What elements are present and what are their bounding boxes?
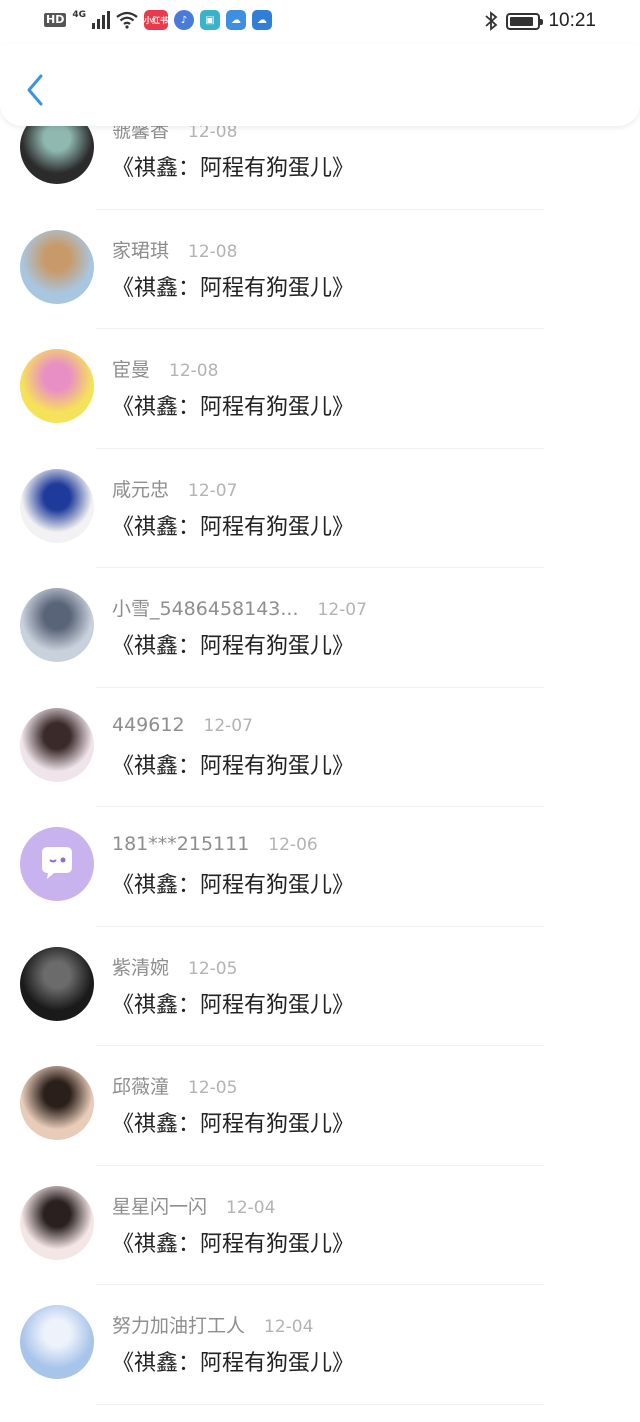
- list-item[interactable]: 小雪_5486458143... 12-07 《祺鑫：阿程有狗蛋儿》: [0, 568, 640, 688]
- hd-indicator: HD: [44, 13, 67, 27]
- list-item[interactable]: 星星闪一闪 12-04 《祺鑫：阿程有狗蛋儿》: [0, 1166, 640, 1285]
- list-item[interactable]: 努力加油打工人 12-04 《祺鑫：阿程有狗蛋儿》: [0, 1285, 640, 1405]
- music-app-icon: ♪: [174, 10, 194, 30]
- work-title[interactable]: 《祺鑫：阿程有狗蛋儿》: [112, 389, 354, 421]
- item-meta: 449612 12-07: [112, 714, 253, 736]
- chevron-left-icon: [27, 74, 43, 106]
- item-meta: 虢馨香 12-08: [112, 126, 237, 143]
- user-name[interactable]: 星星闪一闪: [112, 1192, 207, 1219]
- item-meta: 星星闪一闪 12-04: [112, 1192, 275, 1219]
- work-title[interactable]: 《祺鑫：阿程有狗蛋儿》: [112, 987, 354, 1019]
- work-title[interactable]: 《祺鑫：阿程有狗蛋儿》: [112, 867, 354, 899]
- item-meta: 咸元忠 12-07: [112, 475, 237, 502]
- user-avatar-icon[interactable]: [20, 1185, 94, 1260]
- item-date: 12-08: [188, 126, 238, 142]
- work-title[interactable]: 《祺鑫：阿程有狗蛋儿》: [112, 628, 354, 660]
- item-date: 12-05: [188, 958, 238, 979]
- work-title[interactable]: 《祺鑫：阿程有狗蛋儿》: [112, 1345, 354, 1377]
- item-meta: 181***215111 12-06: [112, 833, 318, 855]
- header: [0, 44, 640, 126]
- signal-icon: [92, 11, 110, 29]
- reader-app-icon: ▣: [200, 10, 220, 30]
- wifi-icon: [116, 11, 138, 29]
- cloud-sync-app-icon: ☁: [252, 10, 272, 30]
- user-name[interactable]: 虢馨香: [112, 126, 169, 143]
- item-date: 12-08: [169, 361, 219, 381]
- clock: 10:21: [548, 10, 596, 31]
- works-list[interactable]: 虢馨香 12-08 《祺鑫：阿程有狗蛋儿》 家珺琪 12-08 《祺鑫：阿程有狗蛋儿》 宦曼…: [0, 126, 640, 1422]
- work-title[interactable]: 《祺鑫：阿程有狗蛋儿》: [112, 1106, 354, 1138]
- item-date: 12-04: [226, 1197, 276, 1218]
- user-avatar-icon[interactable]: [20, 229, 94, 304]
- user-avatar-icon[interactable]: [20, 126, 94, 184]
- list-item[interactable]: 邱薇潼 12-05 《祺鑫：阿程有狗蛋儿》: [0, 1046, 640, 1166]
- item-date: 12-08: [188, 241, 238, 262]
- user-name[interactable]: 紫清婉: [112, 953, 169, 980]
- list-item[interactable]: 紫清婉 12-05 《祺鑫：阿程有狗蛋儿》: [0, 927, 640, 1046]
- user-avatar-icon[interactable]: [20, 349, 94, 423]
- divider: [96, 1403, 544, 1405]
- app-badge-icon: 小红书: [144, 10, 168, 30]
- list-item[interactable]: 宦曼 12-08 《祺鑫：阿程有狗蛋儿》: [0, 329, 640, 449]
- user-name[interactable]: 宦曼: [112, 355, 150, 382]
- work-title[interactable]: 《祺鑫：阿程有狗蛋儿》: [112, 509, 354, 541]
- status-right: 10:21: [484, 10, 596, 32]
- status-bar: HD 4G 小红书 ♪ ▣ ☁ ☁ 10:21: [0, 0, 640, 44]
- work-title[interactable]: 《祺鑫：阿程有狗蛋儿》: [112, 150, 354, 182]
- item-date: 12-06: [268, 835, 318, 855]
- item-meta: 邱薇潼 12-05: [112, 1072, 237, 1099]
- item-meta: 宦曼 12-08: [112, 355, 218, 382]
- user-name[interactable]: 181***215111: [112, 833, 249, 855]
- item-date: 12-07: [317, 600, 367, 620]
- work-title[interactable]: 《祺鑫：阿程有狗蛋儿》: [112, 1226, 354, 1258]
- list-item[interactable]: 虢馨香 12-08 《祺鑫：阿程有狗蛋儿》: [0, 126, 640, 210]
- list-item[interactable]: 181***215111 12-06 《祺鑫：阿程有狗蛋儿》: [0, 807, 640, 927]
- item-date: 12-04: [264, 1317, 314, 1337]
- user-name[interactable]: 努力加油打工人: [112, 1311, 245, 1338]
- work-title[interactable]: 《祺鑫：阿程有狗蛋儿》: [112, 270, 354, 302]
- network-type: 4G: [72, 10, 86, 20]
- list-item[interactable]: 449612 12-07 《祺鑫：阿程有狗蛋儿》: [0, 688, 640, 807]
- back-button[interactable]: [20, 70, 50, 110]
- bluetooth-icon: [485, 11, 498, 31]
- list-item[interactable]: 咸元忠 12-07 《祺鑫：阿程有狗蛋儿》: [0, 449, 640, 568]
- cloud-app-icon: ☁: [226, 10, 246, 30]
- user-name[interactable]: 咸元忠: [112, 475, 169, 502]
- status-left: HD 4G 小红书 ♪ ▣ ☁ ☁: [44, 10, 272, 30]
- item-date: 12-07: [188, 480, 238, 501]
- item-date: 12-07: [203, 715, 253, 736]
- default-chat-avatar-icon[interactable]: [20, 827, 94, 901]
- user-name[interactable]: 邱薇潼: [112, 1072, 169, 1099]
- user-avatar-icon[interactable]: [20, 707, 94, 782]
- item-date: 12-05: [188, 1078, 238, 1098]
- user-name[interactable]: 小雪_5486458143...: [112, 594, 299, 621]
- user-avatar-icon[interactable]: [20, 946, 94, 1021]
- item-meta: 努力加油打工人 12-04: [112, 1311, 313, 1338]
- item-meta: 小雪_5486458143... 12-07: [112, 594, 367, 621]
- user-name[interactable]: 家珺琪: [112, 236, 169, 263]
- user-avatar-icon[interactable]: [20, 468, 94, 543]
- user-name[interactable]: 449612: [112, 714, 185, 736]
- works-list-inner: 虢馨香 12-08 《祺鑫：阿程有狗蛋儿》 家珺琪 12-08 《祺鑫：阿程有狗蛋儿》 宦曼…: [0, 126, 640, 1405]
- battery-fill: [510, 16, 533, 26]
- user-avatar-icon[interactable]: [20, 1305, 94, 1379]
- user-avatar-icon[interactable]: [20, 1066, 94, 1140]
- item-meta: 紫清婉 12-05: [112, 953, 237, 980]
- work-title[interactable]: 《祺鑫：阿程有狗蛋儿》: [112, 748, 354, 780]
- battery-icon: [506, 12, 544, 30]
- user-avatar-icon[interactable]: [20, 588, 94, 662]
- list-item[interactable]: 家珺琪 12-08 《祺鑫：阿程有狗蛋儿》: [0, 210, 640, 329]
- item-meta: 家珺琪 12-08: [112, 236, 237, 263]
